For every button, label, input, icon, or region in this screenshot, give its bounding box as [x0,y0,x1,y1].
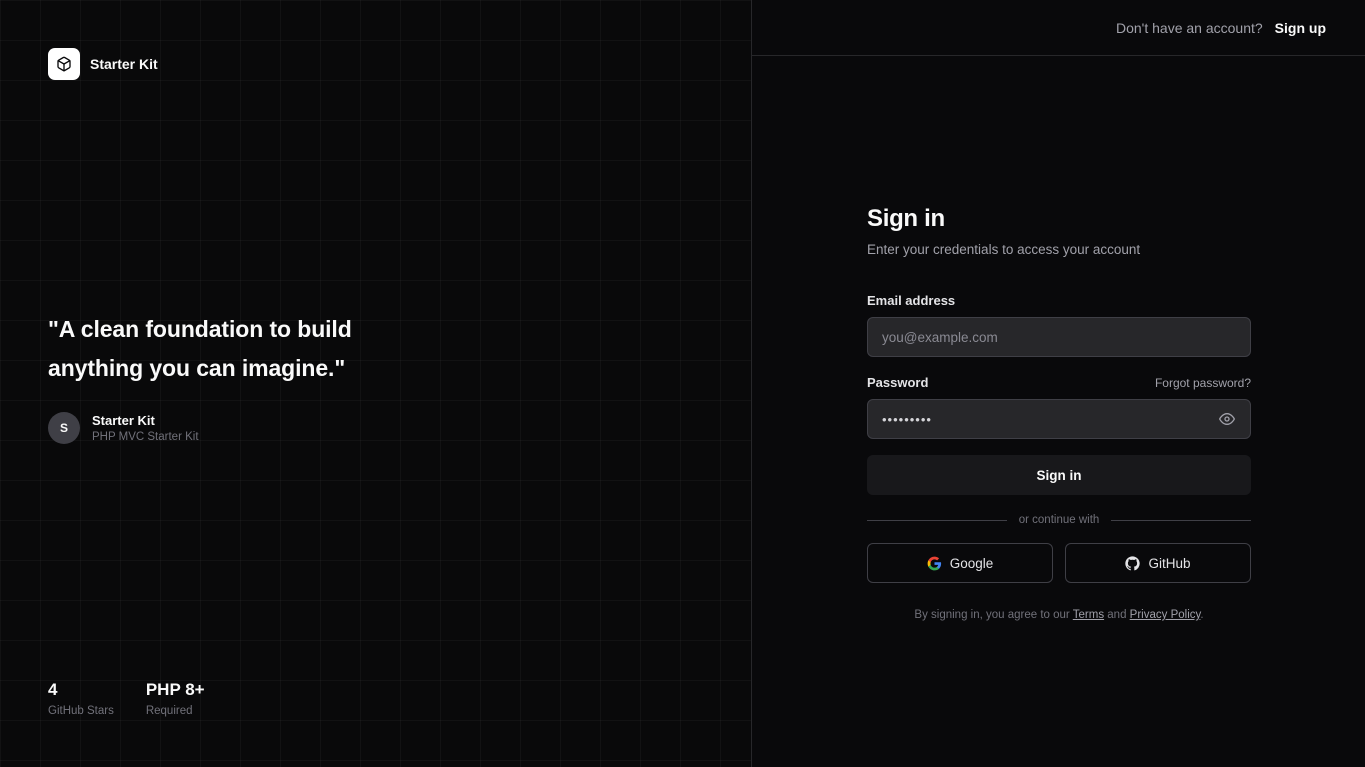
github-icon [1125,555,1141,571]
page-title: Sign in [867,205,945,232]
divider: or continue with [867,514,1252,526]
social-buttons: Google GitHub [867,543,1251,583]
form-panel: Don't have an account? Sign up Sign in E… [752,0,1365,767]
brand-name: Starter Kit [90,56,158,72]
divider-line [1111,519,1252,521]
stats: 4 GitHub Stars PHP 8+ Required [48,680,205,717]
testimonial-author: S Starter Kit PHP MVC Starter Kit [48,412,408,444]
email-label: Email address [867,293,956,308]
legal-prefix: By signing in, you agree to our [914,609,1070,621]
password-mask: ••••••••• [882,411,932,427]
cube-icon [48,48,80,80]
password-group: Password Forgot password? ••••••••• [867,375,1251,439]
author-name: Starter Kit [92,413,155,428]
divider-text: or continue with [1018,514,1100,526]
terms-link[interactable]: Terms [1073,609,1104,621]
quote-line-1: "A clean foundation to build [48,316,352,342]
legal-suffix: . [1200,609,1204,621]
author-role: PHP MVC Starter Kit [92,431,199,443]
email-field-wrapper [867,317,1251,357]
legal-notice: By signing in, you agree to our Terms an… [867,609,1251,621]
stat-github-stars: 4 GitHub Stars [48,680,114,717]
signin-form: Sign in Enter your credentials to access… [867,205,1252,621]
brand-panel: Starter Kit "A clean foundation to build… [0,0,752,767]
signup-link[interactable]: Sign up [1275,20,1326,36]
google-icon [927,556,942,571]
github-button[interactable]: GitHub [1065,543,1251,583]
stat-php-version: PHP 8+ Required [146,680,205,717]
email-field[interactable] [882,329,1236,345]
auth-page: Starter Kit "A clean foundation to build… [0,0,1365,767]
topbar: Don't have an account? Sign up [752,0,1365,56]
email-group: Email address [867,293,1251,357]
eye-icon[interactable] [1218,410,1236,428]
password-field[interactable]: ••••••••• [867,399,1251,439]
google-label: Google [949,555,994,571]
forgot-password-link[interactable]: Forgot password? [1155,376,1251,390]
testimonial-quote: "A clean foundation to build anything yo… [48,310,408,388]
signin-button[interactable]: Sign in [867,455,1251,495]
testimonial: "A clean foundation to build anything yo… [48,310,408,444]
privacy-policy-link[interactable]: Privacy Policy [1130,609,1201,621]
brand[interactable]: Starter Kit [48,48,158,80]
legal-and: and [1107,609,1127,621]
stat-value: PHP 8+ [145,680,205,699]
google-button[interactable]: Google [867,543,1053,583]
page-subtitle: Enter your credentials to access your ac… [867,242,1141,257]
github-label: GitHub [1148,555,1191,571]
stat-value: 4 [48,680,58,699]
stat-label: GitHub Stars [48,705,114,717]
quote-line-2: anything you can imagine." [48,355,346,381]
divider-line [867,519,1007,521]
avatar: S [48,412,80,444]
signup-prompt: Don't have an account? [1116,19,1263,36]
password-label: Password [867,375,929,390]
password-label-row: Password Forgot password? [867,375,1251,390]
stat-label: Required [145,705,193,717]
